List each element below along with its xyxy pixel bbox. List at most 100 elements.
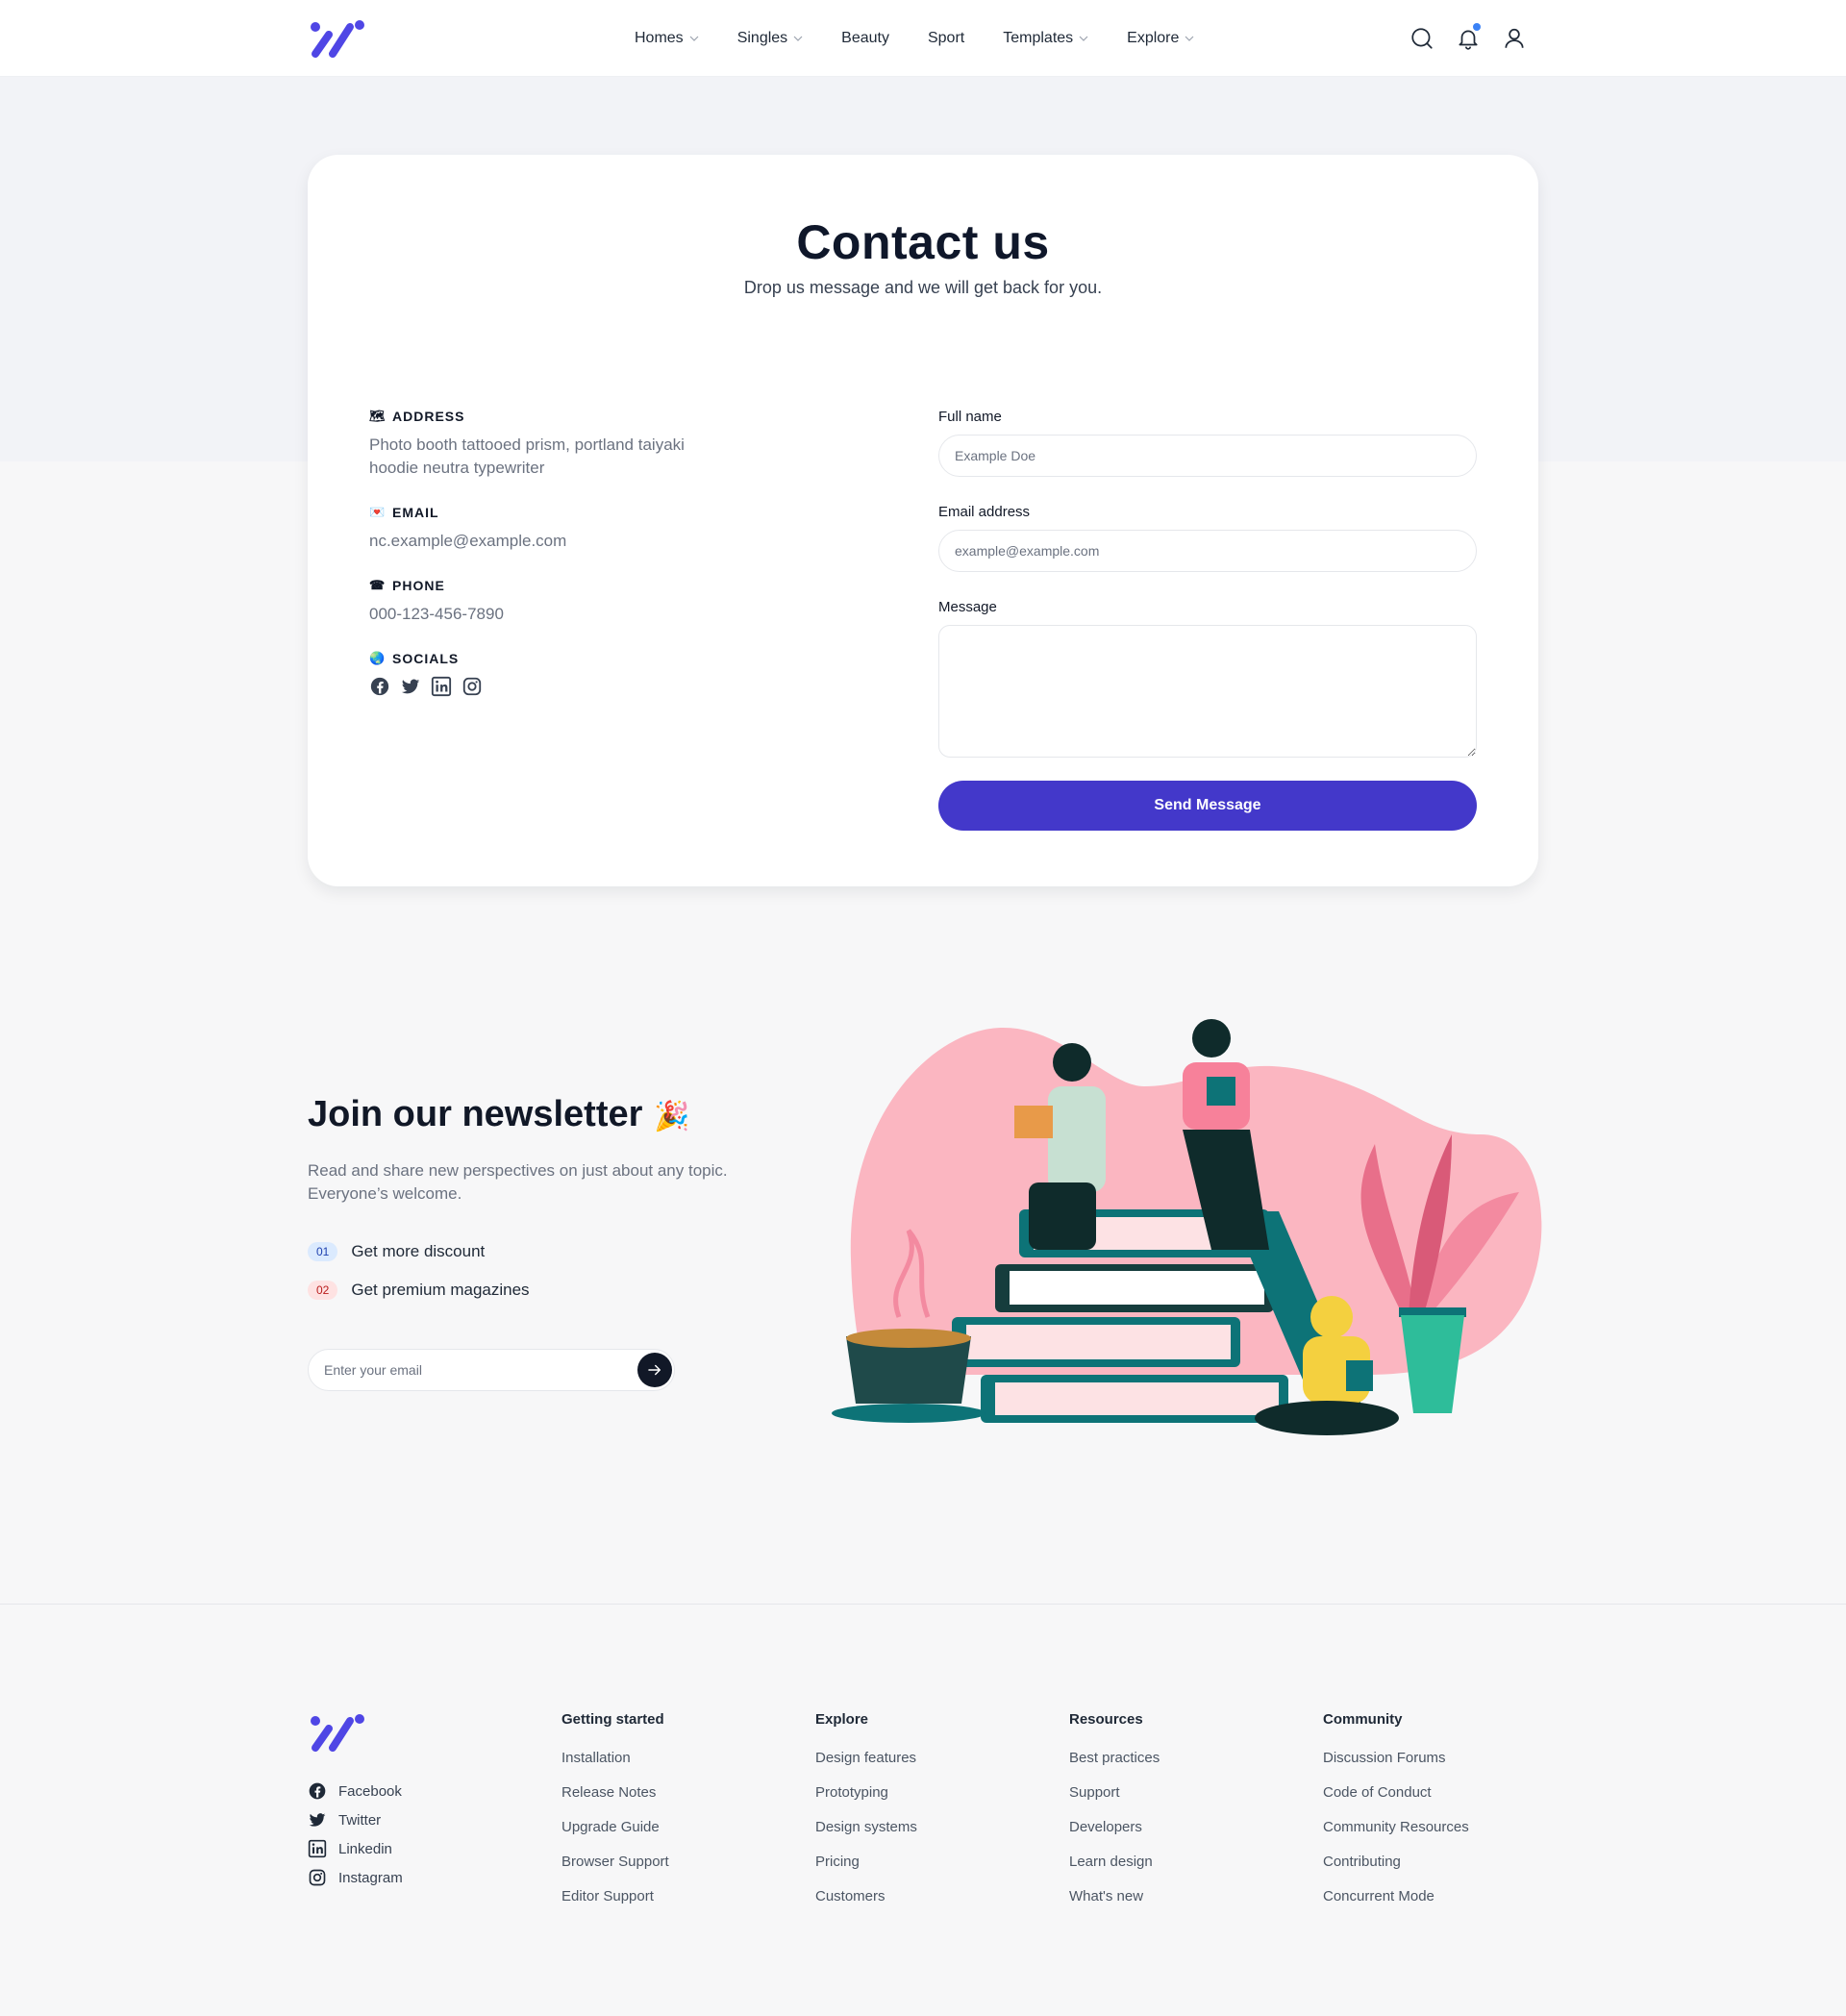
footer-column-explore: Explore Design features Prototyping Desi… <box>815 1711 1027 1914</box>
footer-column-title: Resources <box>1069 1711 1143 1728</box>
footer-link[interactable]: What's new <box>1069 1879 1281 1914</box>
facebook-icon <box>309 1782 326 1800</box>
email-input[interactable] <box>938 530 1477 572</box>
email-address-label: Email address <box>938 504 1031 520</box>
nav-templates[interactable]: Templates <box>984 0 1108 77</box>
message-textarea[interactable] <box>938 625 1477 758</box>
fullname-input[interactable] <box>938 435 1477 477</box>
social-label: Facebook <box>338 1782 402 1800</box>
newsletter-email-input[interactable] <box>324 1350 612 1390</box>
email-label: EMAIL <box>392 505 439 520</box>
footer-link[interactable]: Code of Conduct <box>1323 1776 1534 1810</box>
footer-link[interactable]: Editor Support <box>561 1879 773 1914</box>
phone-heading: ☎ PHONE <box>369 578 773 593</box>
footer-instagram-link[interactable]: Instagram <box>308 1863 403 1892</box>
nav-label: Templates <box>1003 30 1074 46</box>
social-label: Linkedin <box>338 1840 392 1857</box>
socials-block: 🌏 SOCIALS <box>369 651 773 697</box>
benefit-number-badge: 02 <box>308 1281 338 1300</box>
email-value: nc.example@example.com <box>369 532 567 550</box>
nav-explore[interactable]: Explore <box>1108 0 1213 77</box>
footer-link[interactable]: Developers <box>1069 1810 1281 1845</box>
footer-link[interactable]: Best practices <box>1069 1741 1281 1776</box>
email-heading: 💌 EMAIL <box>369 505 773 520</box>
footer-link[interactable]: Browser Support <box>561 1845 773 1879</box>
footer-link[interactable]: Design systems <box>815 1810 1027 1845</box>
benefit-item: 02 Get premium magazines <box>308 1281 530 1300</box>
nav-sport[interactable]: Sport <box>909 0 984 77</box>
footer-column-title: Explore <box>815 1711 869 1728</box>
footer-column-getting-started: Getting started Installation Release Not… <box>561 1711 773 1914</box>
footer-link[interactable]: Upgrade Guide <box>561 1810 773 1845</box>
benefit-text: Get more discount <box>351 1242 486 1260</box>
address-value: Photo booth tattooed prism, portland tai… <box>369 436 685 477</box>
footer-link[interactable]: Installation <box>561 1741 773 1776</box>
footer-linkedin-link[interactable]: Linkedin <box>308 1834 403 1863</box>
contact-form: Full name Email address Message Send Mes… <box>938 409 1477 831</box>
fullname-label: Full name <box>938 409 1002 425</box>
instagram-icon <box>309 1869 326 1886</box>
social-label: Instagram <box>338 1869 403 1886</box>
instagram-icon[interactable] <box>462 676 483 697</box>
address-label: ADDRESS <box>392 409 465 424</box>
notifications-button[interactable] <box>1456 23 1483 54</box>
arrow-right-icon <box>648 1364 661 1376</box>
nav-singles[interactable]: Singles <box>718 0 822 77</box>
chevron-down-icon <box>1079 36 1088 41</box>
footer-column-community: Community Discussion Forums Code of Cond… <box>1323 1711 1534 1914</box>
nav-label: Explore <box>1127 30 1180 46</box>
footer-link[interactable]: Contributing <box>1323 1845 1534 1879</box>
footer-link[interactable]: Customers <box>815 1879 1027 1914</box>
globe-icon: 🌏 <box>369 651 387 665</box>
newsletter-form <box>308 1349 675 1391</box>
send-message-button[interactable]: Send Message <box>938 781 1477 831</box>
phone-block: ☎ PHONE 000-123-456-7890 <box>369 578 773 626</box>
envelope-icon: 💌 <box>369 505 387 519</box>
footer-facebook-link[interactable]: Facebook <box>308 1777 403 1805</box>
facebook-icon[interactable] <box>369 676 390 697</box>
footer-link[interactable]: Discussion Forums <box>1323 1741 1534 1776</box>
footer-link[interactable]: Design features <box>815 1741 1027 1776</box>
footer-link[interactable]: Pricing <box>815 1845 1027 1879</box>
nav-label: Sport <box>927 30 965 46</box>
linkedin-icon[interactable] <box>431 676 452 697</box>
email-block: 💌 EMAIL nc.example@example.com <box>369 505 773 553</box>
footer-logo-icon[interactable] <box>308 1711 365 1754</box>
account-button[interactable] <box>1502 23 1529 54</box>
twitter-icon[interactable] <box>400 676 421 697</box>
benefit-number-badge: 01 <box>308 1242 338 1261</box>
party-popper-icon: 🎉 <box>654 1101 690 1132</box>
benefit-text: Get premium magazines <box>351 1281 530 1299</box>
address-heading: 🗺 ADDRESS <box>369 409 773 424</box>
page-subtitle: Drop us message and we will get back for… <box>743 278 1103 297</box>
newsletter-submit-button[interactable] <box>637 1353 672 1387</box>
twitter-icon <box>309 1813 326 1827</box>
social-label: Twitter <box>338 1811 382 1829</box>
map-icon: 🗺 <box>369 409 387 423</box>
search-icon <box>1411 28 1433 49</box>
chevron-down-icon <box>1185 36 1194 41</box>
footer-link[interactable]: Prototyping <box>815 1776 1027 1810</box>
social-links <box>369 676 773 697</box>
nav-homes[interactable]: Homes <box>615 0 718 77</box>
socials-label: SOCIALS <box>392 651 460 666</box>
footer-link[interactable]: Concurrent Mode <box>1323 1879 1534 1914</box>
footer-column-title: Community <box>1323 1711 1403 1728</box>
message-label: Message <box>938 599 997 615</box>
footer-twitter-link[interactable]: Twitter <box>308 1805 403 1834</box>
phone-label: PHONE <box>392 578 445 593</box>
phone-value: 000-123-456-7890 <box>369 605 504 623</box>
footer-link[interactable]: Learn design <box>1069 1845 1281 1879</box>
newsletter-title-text: Join our newsletter <box>308 1094 643 1134</box>
linkedin-icon <box>308 1839 327 1858</box>
footer-link[interactable]: Community Resources <box>1323 1810 1534 1845</box>
nav-beauty[interactable]: Beauty <box>822 0 909 77</box>
footer-link[interactable]: Release Notes <box>561 1776 773 1810</box>
footer-column-resources: Resources Best practices Support Develop… <box>1069 1711 1281 1914</box>
logo-icon[interactable] <box>308 17 365 60</box>
footer-link[interactable]: Support <box>1069 1776 1281 1810</box>
newsletter-benefits: 01 Get more discount 02 Get premium maga… <box>308 1242 530 1319</box>
search-button[interactable] <box>1409 23 1436 54</box>
nav-label: Singles <box>736 30 788 46</box>
footer-divider <box>0 1604 1846 1605</box>
